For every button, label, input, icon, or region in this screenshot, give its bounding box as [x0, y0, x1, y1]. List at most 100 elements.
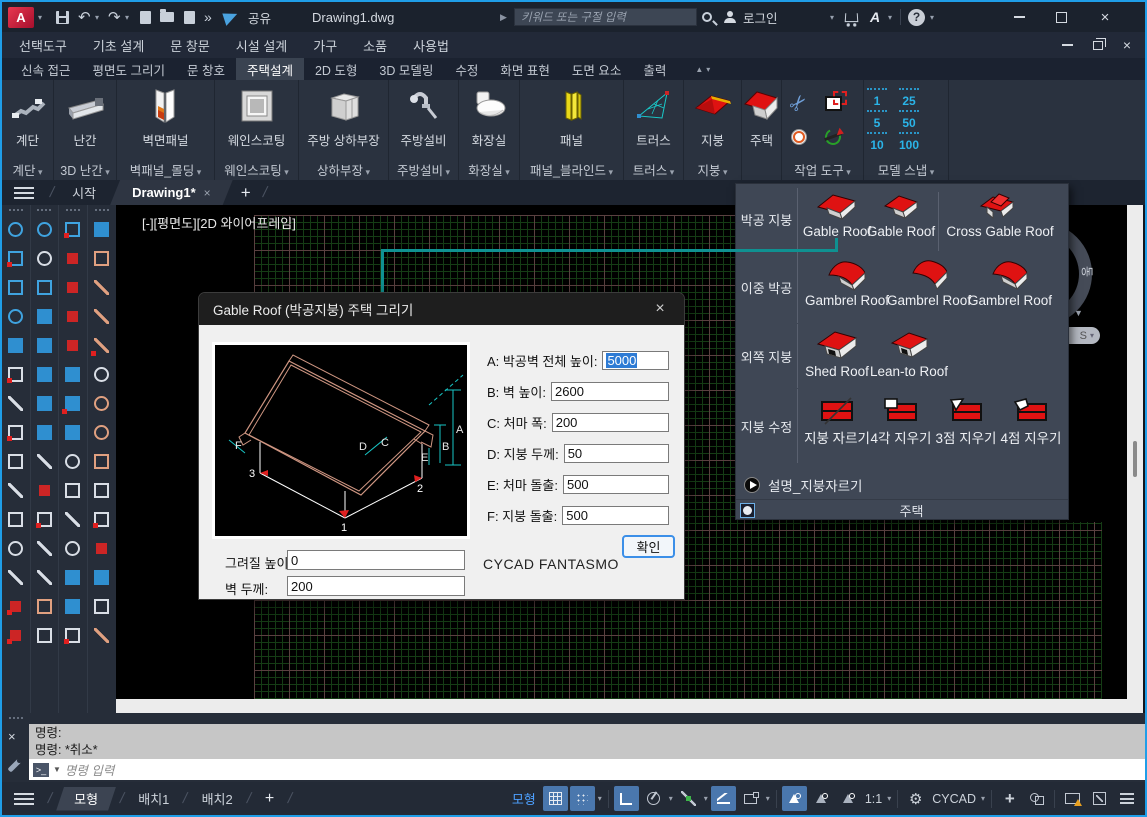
chevron-down-icon[interactable]: ▾ [765, 794, 771, 803]
tool-icon[interactable] [2, 476, 30, 505]
tool-icon[interactable] [30, 360, 58, 389]
tab-start[interactable]: 시작 [58, 180, 110, 205]
new-layout-button[interactable]: + [255, 787, 284, 811]
snap-value-button[interactable]: 25 [896, 88, 922, 108]
horizontal-scrollbar[interactable] [116, 699, 1143, 713]
store-button[interactable] [845, 2, 858, 32]
cross-gable-roof-button[interactable]: Cross Gable Roof [944, 192, 1056, 239]
toolbar-grip[interactable] [94, 208, 110, 212]
viewport-label[interactable]: [-][평면도][2D 와이어프레임] [142, 213, 296, 232]
tool-icon[interactable] [30, 302, 58, 331]
menu-item-props[interactable]: 소품 [350, 36, 400, 55]
graphics-performance-button[interactable] [1060, 786, 1085, 811]
workspace-switcher[interactable]: CYCAD [930, 792, 978, 806]
tab-drawing1[interactable]: Drawing1* × [110, 180, 233, 205]
tool-icon[interactable] [30, 389, 58, 418]
tool-icon[interactable] [30, 215, 58, 244]
isodraft-toggle[interactable] [676, 786, 701, 811]
annotation-scale[interactable]: 1:1 [863, 792, 884, 806]
house-button[interactable]: 주택 [742, 84, 781, 158]
ribbon-tab-house-design[interactable]: 주택설계 [236, 58, 304, 80]
truss-dropdown[interactable]: 트러스 [624, 160, 683, 178]
snap-value-button[interactable]: 50 [896, 110, 922, 130]
eave-width-input[interactable]: 200 [552, 413, 669, 432]
menu-item-usage[interactable]: 사용법 [400, 36, 462, 55]
tool-icon[interactable] [88, 534, 116, 563]
ribbon-tab-output[interactable]: 출력 [632, 58, 677, 80]
chevron-down-icon[interactable]: ▾ [930, 2, 934, 32]
model-space-label[interactable]: 모형 [512, 789, 536, 808]
gable-roof-2-button[interactable]: Gable Roof [869, 192, 933, 239]
tool-icon[interactable] [88, 389, 116, 418]
gable-height-input[interactable]: 5000 [602, 351, 669, 370]
share-label[interactable]: 공유 [248, 2, 271, 32]
brand-button[interactable]: A [870, 2, 880, 32]
wall-height-input[interactable]: 2600 [551, 382, 669, 401]
tool-icon[interactable] [30, 592, 58, 621]
tool-icon[interactable] [59, 505, 87, 534]
kitchen-button[interactable]: 주방설비 [389, 84, 458, 158]
chevron-down-icon[interactable]: ▾ [886, 794, 892, 803]
bathroom-button[interactable]: 화장실 [459, 84, 519, 158]
chevron-down-icon[interactable]: ▾ [668, 794, 674, 803]
tool-icon[interactable] [30, 244, 58, 273]
cabinet-dropdown[interactable]: 상하부장 [299, 160, 388, 178]
snap-value-button[interactable]: 1 [864, 88, 890, 108]
tool-icon[interactable] [2, 534, 30, 563]
wallpanel-button[interactable]: 벽면패널 [117, 84, 214, 158]
erase-rect-button[interactable]: 4각 지우기 [869, 397, 933, 447]
mdi-close-button[interactable]: × [1123, 37, 1131, 53]
help-row[interactable]: 설명_지붕자르기 [736, 471, 1068, 499]
tool-icon[interactable] [30, 563, 58, 592]
lean-to-roof-button[interactable]: Lean-to Roof [869, 330, 949, 379]
wainscoting-dropdown[interactable]: 웨인스코팅 [215, 160, 298, 178]
modelsnap-dropdown[interactable]: 모델 스냅 [864, 160, 948, 178]
pin-icon[interactable] [740, 503, 755, 518]
mdi-minimize-button[interactable] [1062, 44, 1073, 46]
tool-icon[interactable] [88, 302, 116, 331]
menu-item-doors-windows[interactable]: 문 창문 [157, 36, 223, 55]
tool-icon[interactable] [2, 215, 30, 244]
tool-icon[interactable] [59, 563, 87, 592]
grid-toggle[interactable] [543, 786, 568, 811]
tool-icon[interactable] [2, 273, 30, 302]
menu-item-facility-design[interactable]: 시설 설계 [223, 36, 300, 55]
snap-toggle[interactable] [570, 786, 595, 811]
menu-item-base-design[interactable]: 기초 설계 [80, 36, 157, 55]
search-expand-icon[interactable]: ▶ [500, 2, 507, 32]
tool-icon[interactable] [2, 244, 30, 273]
roof-overhang-input[interactable]: 500 [562, 506, 669, 525]
tool-icon[interactable] [59, 592, 87, 621]
roof-thickness-input[interactable]: 50 [564, 444, 669, 463]
save-button[interactable] [56, 2, 69, 32]
command-grip[interactable] [8, 716, 24, 720]
railing-button[interactable]: 난간 [54, 84, 116, 158]
snap-value-button[interactable]: 5 [864, 110, 890, 130]
ribbon-tab-drawing-elements[interactable]: 도면 요소 [561, 58, 632, 80]
vertical-scrollbar-thumb[interactable] [1133, 441, 1137, 477]
tool-icon[interactable] [88, 563, 116, 592]
new-tab-button[interactable]: + [241, 183, 251, 203]
tool-icon[interactable] [2, 302, 30, 331]
maximize-button[interactable] [1044, 2, 1078, 32]
ribbon-tab-floorplan[interactable]: 평면도 그리기 [81, 58, 175, 80]
tool-icon[interactable] [88, 331, 116, 360]
ribbon-tab-doors[interactable]: 문 창호 [176, 58, 236, 80]
chevron-down-icon[interactable]: ▼ [53, 765, 61, 774]
gable-roof-1-button[interactable]: Gable Roof [805, 192, 869, 239]
tool-icon[interactable] [88, 592, 116, 621]
tool-icon[interactable] [59, 534, 87, 563]
wallpanel-dropdown[interactable]: 벽패널_몰딩 [117, 160, 214, 178]
customize-statusbar-button[interactable] [1114, 786, 1139, 811]
menu-item-furniture[interactable]: 가구 [300, 36, 350, 55]
app-menu-button[interactable]: A ▾ [8, 2, 42, 32]
gambrel-roof-2-button[interactable]: Gambrel Roof [889, 259, 969, 308]
point-target-button[interactable] [785, 123, 813, 152]
osnap-toggle-3[interactable] [836, 786, 861, 811]
menu-item-select-tools[interactable]: 선택도구 [6, 36, 80, 55]
stairs-dropdown[interactable]: 계단 [2, 160, 53, 178]
open-button[interactable] [160, 2, 174, 32]
wrench-icon[interactable] [7, 758, 21, 772]
panel-dropdown[interactable]: 패널_블라인드 [520, 160, 623, 178]
isolate-objects-button[interactable] [1024, 786, 1049, 811]
